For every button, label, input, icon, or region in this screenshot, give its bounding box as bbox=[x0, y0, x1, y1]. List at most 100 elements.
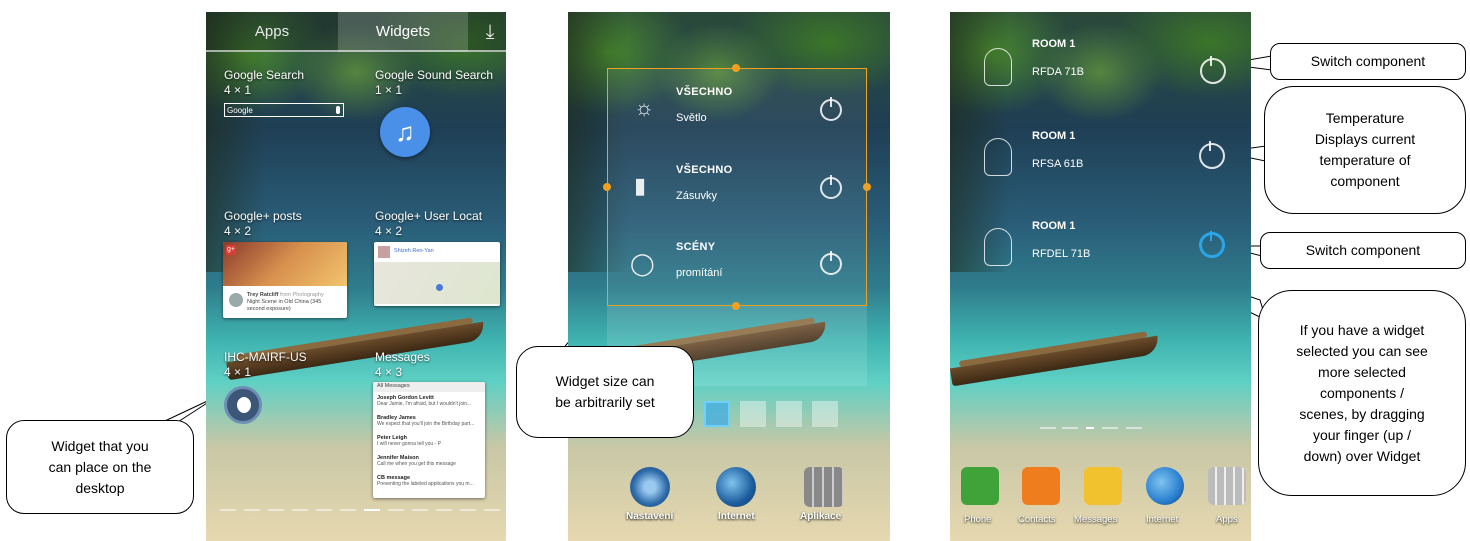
post-text-1: Night Scene in Old China (345 bbox=[247, 299, 322, 305]
dock-label: Phone bbox=[964, 514, 992, 525]
tab-widgets[interactable]: Widgets bbox=[338, 12, 468, 52]
download-icon[interactable]: ⤓ bbox=[476, 12, 504, 52]
map-pin-icon bbox=[436, 284, 443, 291]
widget-name: Google Sound Search bbox=[375, 68, 494, 82]
phone-resize-screen: ☼ VŠECHNO Světlo ▮ VŠECHNO Zásuvky ◯ SCÉ… bbox=[568, 12, 890, 541]
widget-name: Google Search bbox=[224, 68, 305, 82]
contacts-icon[interactable] bbox=[1022, 467, 1060, 505]
avatar bbox=[378, 246, 390, 258]
resize-handle-bottom[interactable] bbox=[732, 302, 740, 310]
apps-grid-icon[interactable] bbox=[1208, 467, 1246, 505]
dock-label: Messages bbox=[1074, 514, 1118, 525]
socket-icon bbox=[984, 138, 1012, 176]
dock-label: Nastavení bbox=[626, 511, 674, 522]
dock-label: Internet bbox=[718, 511, 755, 522]
gplus-icon: g+ bbox=[226, 245, 236, 255]
widget-google-sound-search[interactable]: Google Sound Search 1 × 1 bbox=[375, 68, 493, 98]
avatar bbox=[229, 293, 243, 307]
item-title: VŠECHNO bbox=[676, 164, 733, 176]
widget-size: 4 × 2 bbox=[375, 224, 403, 238]
page-thumb[interactable] bbox=[704, 401, 730, 427]
device-name: RFDA 71B bbox=[1032, 66, 1084, 78]
music-note-icon: ♫ bbox=[380, 107, 430, 157]
page-thumb[interactable] bbox=[776, 401, 802, 427]
bulb-icon bbox=[237, 397, 251, 413]
post-author: Trey Ratcliff bbox=[247, 292, 279, 298]
post-text-2: second exposure) bbox=[247, 306, 291, 312]
widget-resize-frame[interactable]: ☼ VŠECHNO Světlo ▮ VŠECHNO Zásuvky ◯ SCÉ… bbox=[607, 68, 867, 306]
widget-google-search[interactable]: Google Search 4 × 1 bbox=[224, 68, 304, 98]
widget-size: 4 × 1 bbox=[224, 83, 252, 97]
phone-home-screen: ROOM 1 RFDA 71B ROOM 1 RFSA 61B ROOM 1 R… bbox=[950, 12, 1251, 541]
post-image bbox=[223, 242, 347, 286]
page-indicator bbox=[220, 509, 500, 511]
google-plus-card: g+ Trey Ratcliff from Photography Night … bbox=[223, 242, 347, 318]
page-thumb[interactable] bbox=[812, 401, 838, 427]
google-search-preview: Google bbox=[224, 103, 344, 117]
item-title: VŠECHNO bbox=[676, 86, 733, 98]
room-title: ROOM 1 bbox=[1032, 38, 1076, 50]
item-sub: promítání bbox=[676, 267, 723, 279]
messages-icon[interactable] bbox=[1084, 467, 1122, 505]
callout-drag-info: If you have a widget selected you can se… bbox=[1258, 290, 1466, 496]
tab-bar: Apps Widgets ⤓ bbox=[206, 12, 506, 52]
bulb-icon bbox=[984, 228, 1012, 266]
widget-size: 4 × 1 bbox=[224, 365, 252, 379]
search-placeholder: Google bbox=[227, 106, 253, 115]
power-icon[interactable] bbox=[820, 97, 842, 121]
dock-label: Apps bbox=[1216, 514, 1238, 525]
item-sub: Světlo bbox=[676, 112, 707, 124]
page-indicator bbox=[1040, 427, 1160, 429]
bulb-icon: ☼ bbox=[634, 95, 655, 120]
device-name: RFSA 61B bbox=[1032, 158, 1084, 170]
scene-icon: ◯ bbox=[630, 251, 655, 276]
power-icon[interactable] bbox=[1199, 141, 1225, 169]
widget-size: 1 × 1 bbox=[375, 83, 403, 97]
dock-label: Contacts bbox=[1018, 514, 1056, 525]
device-name: RFDEL 71B bbox=[1032, 248, 1091, 260]
power-icon[interactable] bbox=[1200, 56, 1226, 84]
widget-name: Google+ User Locat bbox=[375, 209, 483, 223]
ihc-widget-button[interactable] bbox=[224, 386, 262, 424]
socket-icon: ▮ bbox=[634, 173, 647, 198]
resize-handle-left[interactable] bbox=[603, 183, 611, 191]
callout-switch-1: Switch component bbox=[1270, 43, 1466, 80]
apps-grid-icon[interactable] bbox=[804, 467, 844, 507]
callout-widget-size: Widget size can be arbitrarily set bbox=[516, 346, 694, 438]
widget-size: 4 × 3 bbox=[375, 365, 403, 379]
item-title: SCÉNY bbox=[676, 241, 716, 253]
widget-google-plus-posts[interactable]: Google+ posts 4 × 2 bbox=[224, 209, 302, 239]
widget-messages[interactable]: Messages 4 × 3 bbox=[375, 350, 430, 380]
boat-image bbox=[950, 331, 1161, 387]
location-card: Shizeh Ren-Yan bbox=[374, 242, 500, 306]
power-icon[interactable] bbox=[820, 175, 842, 199]
callout-switch-2: Switch component bbox=[1260, 232, 1466, 269]
widget-name: Google+ posts bbox=[224, 209, 302, 223]
location-name: Shizeh Ren-Yan bbox=[394, 248, 434, 254]
globe-icon[interactable] bbox=[1146, 467, 1184, 505]
dock-label: Aplikace bbox=[800, 511, 842, 522]
power-icon[interactable] bbox=[820, 251, 842, 275]
messages-header: All Messages bbox=[373, 382, 485, 392]
messages-card: All Messages Joseph Gordon Levitt Dear Ja… bbox=[373, 382, 485, 498]
dock-label: Internet bbox=[1146, 514, 1179, 525]
tab-apps[interactable]: Apps bbox=[206, 12, 338, 52]
widget-google-plus-location[interactable]: Google+ User Locat 4 × 2 bbox=[375, 209, 482, 239]
widget-name: Messages bbox=[375, 350, 430, 364]
settings-icon[interactable] bbox=[630, 467, 670, 507]
callout-temperature: Temperature Displays current temperature… bbox=[1264, 86, 1466, 214]
item-sub: Zásuvky bbox=[676, 190, 717, 202]
power-active-icon[interactable] bbox=[1199, 231, 1225, 258]
globe-icon[interactable] bbox=[716, 467, 756, 507]
resize-handle-top[interactable] bbox=[732, 64, 740, 72]
post-source: from Photography bbox=[280, 292, 324, 298]
resize-handle-right[interactable] bbox=[863, 183, 871, 191]
room-title: ROOM 1 bbox=[1032, 220, 1076, 232]
widget-ihc[interactable]: IHC-MAIRF-US 4 × 1 bbox=[224, 350, 307, 380]
tab-divider bbox=[206, 50, 506, 52]
widget-name: IHC-MAIRF-US bbox=[224, 350, 307, 364]
widget-size: 4 × 2 bbox=[224, 224, 252, 238]
page-thumb[interactable] bbox=[740, 401, 766, 427]
bulb-icon bbox=[984, 48, 1012, 86]
phone-icon[interactable] bbox=[961, 467, 999, 505]
